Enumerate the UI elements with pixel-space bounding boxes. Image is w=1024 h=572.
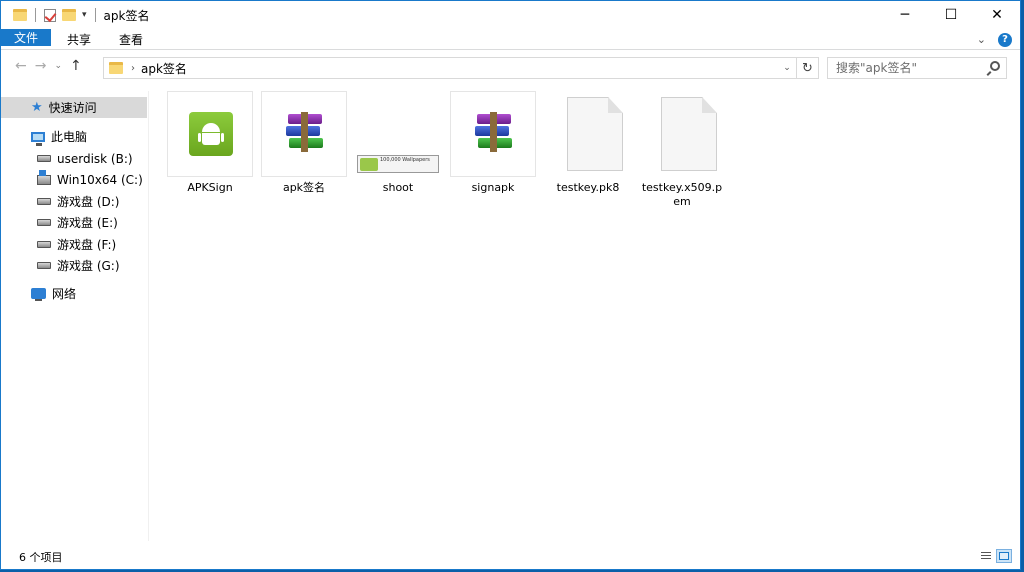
- file-name: testkey.pk8: [556, 181, 620, 194]
- sidebar-item-label: Win10x64 (C:): [57, 172, 143, 187]
- navigation-pane: ★ 快速访问 此电脑 userdisk (B:) Win10x64 (C:) 游…: [1, 91, 149, 541]
- drive-icon: [37, 262, 51, 269]
- file-thumbnail: [167, 91, 253, 177]
- details-view-button[interactable]: [978, 549, 994, 563]
- navigation-buttons: ← → ⌄ ↑: [15, 58, 82, 74]
- search-input[interactable]: [836, 61, 986, 75]
- sidebar-item-quick-access[interactable]: ★ 快速访问: [1, 97, 147, 118]
- customize-toolbar-icon[interactable]: ▾: [82, 10, 87, 20]
- sidebar-item-label: userdisk (B:): [57, 151, 133, 166]
- address-row: ← → ⌄ ↑ › apk签名 ⌄ ↻: [1, 55, 1020, 81]
- winrar-archive-icon: [475, 112, 513, 152]
- ribbon-tabs: 文件 主页 共享 查看 ⌄ ?: [1, 29, 1020, 50]
- item-count: 6 个项目: [19, 551, 63, 564]
- window-controls: ─ ☐ ✕: [882, 1, 1020, 29]
- sidebar-item-drive-f[interactable]: 游戏盘 (F:): [1, 234, 147, 255]
- view-toggle: [978, 549, 1012, 563]
- sidebar-item-drive-e[interactable]: 游戏盘 (E:): [1, 212, 147, 233]
- expand-ribbon-icon[interactable]: ⌄: [977, 33, 986, 46]
- file-name: signapk: [471, 181, 515, 194]
- sidebar-item-drive-c[interactable]: Win10x64 (C:): [1, 169, 147, 190]
- image-thumbnail: 100,000 Wallpapers: [357, 155, 439, 173]
- file-name: APKSign: [187, 181, 233, 194]
- file-name: testkey.x509.pem: [641, 181, 723, 208]
- drive-icon: [37, 219, 51, 226]
- sidebar-item-drive-d[interactable]: 游戏盘 (D:): [1, 191, 147, 212]
- winrar-archive-icon: [286, 112, 324, 152]
- folder-icon[interactable]: [13, 9, 27, 21]
- file-item-testkey-pk8[interactable]: testkey.pk8: [545, 91, 631, 195]
- search-icon[interactable]: [990, 61, 1000, 71]
- minimize-button[interactable]: ─: [882, 1, 928, 29]
- folder-icon: [109, 62, 123, 74]
- separator: [35, 8, 36, 22]
- status-bar: 6 个项目: [1, 545, 1020, 569]
- tab-share[interactable]: 共享: [53, 29, 105, 49]
- file-thumbnail: [545, 91, 631, 177]
- drive-icon: [37, 155, 51, 162]
- star-icon: ★: [31, 100, 43, 115]
- properties-icon[interactable]: [44, 8, 56, 22]
- up-arrow-icon[interactable]: ↑: [70, 58, 82, 74]
- title-bar: ▾ apk签名 ─ ☐ ✕: [1, 1, 1020, 29]
- drive-icon: [37, 241, 51, 248]
- file-item-testkey-pem[interactable]: testkey.x509.pem: [639, 91, 725, 209]
- tab-view[interactable]: 查看: [105, 29, 157, 49]
- window-title: apk签名: [103, 8, 150, 23]
- sidebar-item-this-pc[interactable]: 此电脑: [1, 126, 147, 147]
- breadcrumb-item[interactable]: apk签名: [141, 60, 187, 77]
- sidebar-item-drive-b[interactable]: userdisk (B:): [1, 148, 147, 169]
- ribbon-right: ⌄ ?: [977, 29, 1012, 50]
- thumbnail-text: 100,000 Wallpapers: [380, 157, 430, 163]
- recent-locations-icon[interactable]: ⌄: [54, 61, 62, 71]
- large-icons-view-button[interactable]: [996, 549, 1012, 563]
- sidebar-item-drive-g[interactable]: 游戏盘 (G:): [1, 255, 147, 276]
- drive-icon: [37, 198, 51, 205]
- file-thumbnail: [261, 91, 347, 177]
- help-icon[interactable]: ?: [998, 32, 1012, 47]
- sidebar-item-label: 网络: [52, 287, 77, 301]
- sidebar-item-label: 游戏盘 (E:): [57, 216, 118, 230]
- file-item-apksign[interactable]: APKSign: [167, 91, 253, 195]
- pc-icon: [31, 131, 45, 146]
- file-thumbnail: [639, 91, 725, 177]
- maximize-button[interactable]: ☐: [928, 1, 974, 29]
- android-app-icon: [189, 112, 233, 156]
- sidebar-item-label: 快速访问: [48, 101, 97, 115]
- large-icons-view-icon: [999, 552, 1009, 560]
- chevron-right-icon[interactable]: ›: [131, 63, 135, 74]
- explorer-window: ▾ apk签名 ─ ☐ ✕ 文件 主页 共享 查看 ⌄ ? ← → ⌄ ↑ ›: [0, 0, 1021, 570]
- file-view: APKSign apk签名 100,000 Wallpapers shoot s…: [161, 91, 1011, 541]
- file-thumbnail: 100,000 Wallpapers: [355, 91, 441, 177]
- file-name: shoot: [382, 181, 414, 194]
- chevron-down-icon[interactable]: ⌄: [780, 58, 794, 78]
- file-thumbnail: [450, 91, 536, 177]
- file-item-shoot[interactable]: 100,000 Wallpapers shoot: [355, 91, 441, 195]
- quick-access-toolbar: ▾: [13, 8, 98, 22]
- separator: [94, 8, 96, 22]
- tab-file[interactable]: 文件: [1, 29, 51, 46]
- address-bar[interactable]: › apk签名 ⌄ ↻: [103, 57, 819, 79]
- close-button[interactable]: ✕: [974, 1, 1020, 29]
- file-item-apk-sign-archive[interactable]: apk签名: [261, 91, 347, 195]
- sidebar-item-network[interactable]: 网络: [1, 283, 147, 304]
- sidebar-item-label: 此电脑: [51, 130, 88, 144]
- new-folder-icon[interactable]: [62, 9, 76, 21]
- windows-drive-icon: [37, 169, 51, 185]
- refresh-icon[interactable]: ↻: [796, 58, 818, 78]
- file-item-signapk[interactable]: signapk: [450, 91, 536, 195]
- details-view-icon: [981, 552, 991, 560]
- forward-arrow-icon[interactable]: →: [35, 58, 47, 74]
- file-name: apk签名: [282, 181, 326, 194]
- back-arrow-icon[interactable]: ←: [15, 58, 27, 74]
- network-icon: [31, 288, 46, 301]
- sidebar-item-label: 游戏盘 (G:): [57, 259, 120, 273]
- search-box[interactable]: [827, 57, 1007, 79]
- sidebar-item-label: 游戏盘 (F:): [57, 238, 117, 252]
- sidebar-item-label: 游戏盘 (D:): [57, 195, 120, 209]
